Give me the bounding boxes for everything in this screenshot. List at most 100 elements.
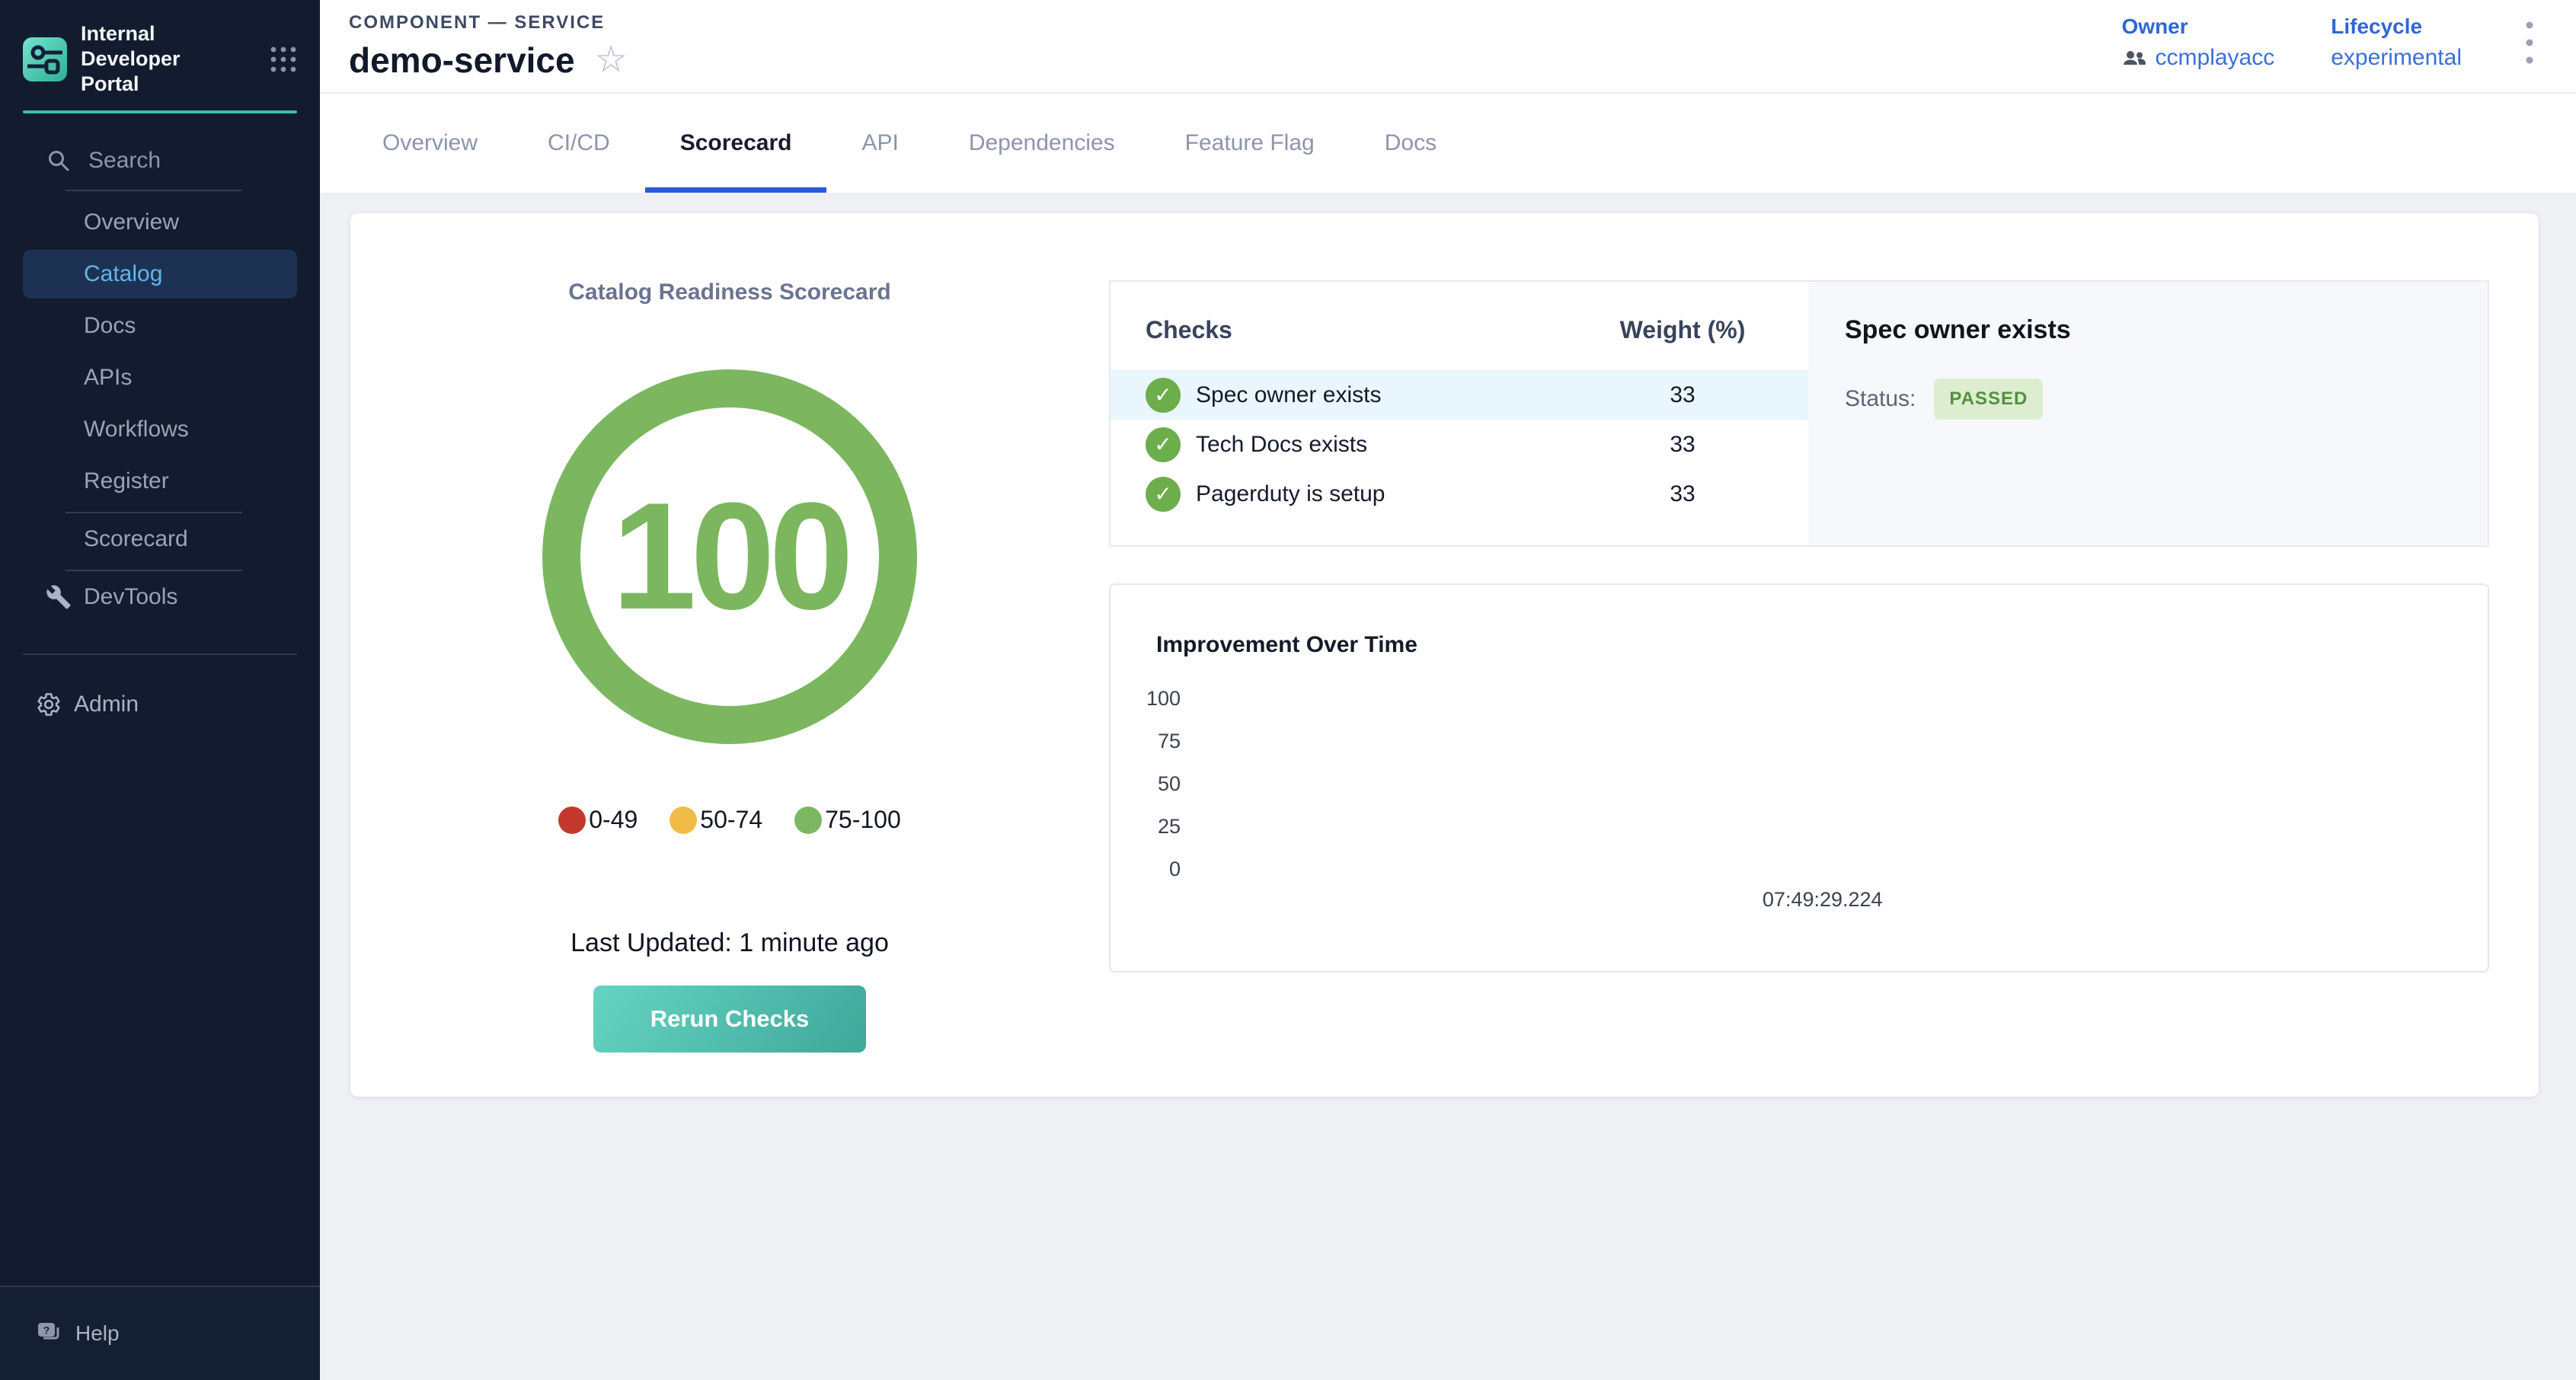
search-label: Search — [88, 148, 161, 174]
weight-column-header: Weight (%) — [1557, 316, 1808, 344]
check-status-row: Status: PASSED — [1845, 379, 2451, 420]
scorecard-card: Catalog Readiness Scorecard 100 0-49 50-… — [350, 213, 2539, 1097]
check-passed-icon: ✓ — [1146, 477, 1181, 512]
status-label: Status: — [1845, 386, 1916, 412]
tab-label: API — [861, 130, 898, 156]
checks-table: Checks Weight (%) ✓ Spec owner exists 33 — [1111, 282, 1808, 545]
sidebar-search[interactable]: Search — [0, 136, 320, 185]
tab-label: Dependencies — [969, 130, 1115, 156]
sidebar-nav: Overview Catalog Docs APIs Workflows Reg… — [0, 196, 320, 623]
check-weight: 33 — [1557, 481, 1808, 507]
legend-item-high: 75-100 — [794, 806, 901, 834]
tab-label: Docs — [1385, 130, 1437, 156]
status-badge: PASSED — [1934, 379, 2043, 420]
improvement-chart: Improvement Over Time 100 75 50 25 0 07:… — [1109, 583, 2489, 973]
sidebar-item-catalog[interactable]: Catalog — [23, 250, 297, 299]
y-axis-tick: 0 — [1111, 858, 1181, 881]
active-tab-indicator — [645, 187, 827, 193]
score-legend: 0-49 50-74 75-100 — [558, 806, 901, 834]
sidebar-item-register[interactable]: Register — [23, 457, 297, 506]
y-axis-tick: 25 — [1111, 815, 1181, 839]
checks-rows: ✓ Spec owner exists 33 ✓ Tech Docs exist… — [1111, 370, 1808, 519]
y-axis-tick: 50 — [1111, 772, 1181, 796]
tab-cicd[interactable]: CI/CD — [513, 94, 645, 193]
check-detail-panel: Spec owner exists Status: PASSED — [1808, 282, 2488, 545]
app-title: Internal Developer Portal — [81, 21, 242, 97]
favorite-star-icon[interactable]: ☆ — [595, 42, 628, 78]
legend-item-low: 0-49 — [558, 806, 638, 834]
check-weight: 33 — [1557, 432, 1808, 458]
page-title: demo-service — [349, 40, 575, 81]
sidebar-item-overview[interactable]: Overview — [23, 198, 297, 247]
owner-block: Owner ccmplayacc — [2122, 14, 2275, 71]
checks-table-header: Checks Weight (%) — [1111, 305, 1808, 355]
tab-dependencies[interactable]: Dependencies — [934, 94, 1150, 193]
kebab-menu-icon[interactable] — [2518, 14, 2541, 78]
check-label: Pagerduty is setup — [1196, 481, 1557, 507]
checks-column-header: Checks — [1146, 316, 1557, 344]
tab-feature-flag[interactable]: Feature Flag — [1150, 94, 1350, 193]
help-chat-icon: ? — [36, 1321, 62, 1346]
check-detail-title: Spec owner exists — [1845, 315, 2451, 345]
app-grid-icon[interactable] — [270, 46, 297, 73]
chart-title: Improvement Over Time — [1156, 632, 1417, 658]
check-passed-icon: ✓ — [1146, 378, 1181, 413]
check-row-spec-owner[interactable]: ✓ Spec owner exists 33 — [1111, 370, 1808, 420]
breadcrumb: COMPONENT — SERVICE — [349, 12, 628, 34]
scorecard-content: Catalog Readiness Scorecard 100 0-49 50-… — [320, 193, 2576, 1380]
sidebar-item-scorecard[interactable]: Scorecard — [23, 515, 297, 564]
gear-icon — [36, 692, 62, 717]
sidebar-item-devtools[interactable]: DevTools — [23, 573, 297, 621]
sidebar-item-apis[interactable]: APIs — [23, 353, 297, 402]
score-gauge-panel: Catalog Readiness Scorecard 100 0-49 50-… — [350, 213, 1109, 1097]
y-axis-tick: 100 — [1111, 687, 1181, 711]
legend-label: 75-100 — [825, 806, 901, 834]
lifecycle-label: Lifecycle — [2331, 14, 2462, 39]
entity-tabs: Overview CI/CD Scorecard API Dependencie… — [320, 94, 2576, 193]
tab-docs[interactable]: Docs — [1350, 94, 1472, 193]
legend-dot-amber — [670, 807, 697, 834]
sidebar-item-workflows[interactable]: Workflows — [23, 405, 297, 454]
tab-label: Feature Flag — [1185, 130, 1315, 156]
svg-text:?: ? — [43, 1324, 50, 1337]
tab-scorecard[interactable]: Scorecard — [645, 94, 827, 193]
sidebar-item-label: Overview — [84, 209, 179, 235]
entity-meta: Owner ccmplayacc Lifecycle experimental — [2122, 14, 2541, 78]
entity-heading-block: COMPONENT — SERVICE demo-service ☆ — [349, 12, 628, 81]
legend-label: 0-49 — [589, 806, 638, 834]
tab-label: Overview — [382, 130, 478, 156]
legend-dot-red — [558, 807, 586, 834]
search-icon — [47, 149, 70, 172]
rerun-checks-button[interactable]: Rerun Checks — [593, 985, 866, 1053]
check-label: Tech Docs exists — [1196, 432, 1557, 458]
sidebar-section-divider — [23, 653, 297, 655]
lifecycle-block: Lifecycle experimental — [2331, 14, 2462, 71]
sidebar-item-help[interactable]: ? Help — [0, 1286, 320, 1380]
sidebar-divider — [66, 190, 242, 191]
sidebar-item-admin[interactable]: Admin — [23, 680, 297, 729]
legend-dot-green — [794, 807, 822, 834]
sidebar-item-docs[interactable]: Docs — [23, 302, 297, 350]
check-row-tech-docs[interactable]: ✓ Tech Docs exists 33 — [1111, 420, 1808, 469]
sidebar-divider — [66, 512, 242, 513]
main-area: COMPONENT — SERVICE demo-service ☆ Owner — [320, 0, 2576, 1380]
tab-overview[interactable]: Overview — [347, 94, 513, 193]
group-icon — [2122, 49, 2146, 67]
score-value: 100 — [612, 469, 848, 644]
sidebar-divider — [66, 570, 242, 571]
sidebar: Internal Developer Portal Search Overvie… — [0, 0, 320, 1380]
check-row-pagerduty[interactable]: ✓ Pagerduty is setup 33 — [1111, 469, 1808, 519]
owner-link[interactable]: ccmplayacc — [2122, 45, 2275, 71]
sidebar-accent-rule — [23, 110, 297, 113]
check-label: Spec owner exists — [1196, 382, 1557, 408]
sidebar-item-label: Register — [84, 468, 169, 494]
owner-value: ccmplayacc — [2156, 45, 2275, 71]
tab-api[interactable]: API — [826, 94, 933, 193]
legend-item-mid: 50-74 — [670, 806, 762, 834]
checks-and-chart: Checks Weight (%) ✓ Spec owner exists 33 — [1109, 213, 2539, 1097]
scorecard-title: Catalog Readiness Scorecard — [568, 279, 891, 306]
lifecycle-value: experimental — [2331, 45, 2462, 71]
wrench-icon — [46, 584, 72, 610]
owner-label: Owner — [2122, 14, 2275, 39]
tab-label: Scorecard — [680, 130, 792, 156]
